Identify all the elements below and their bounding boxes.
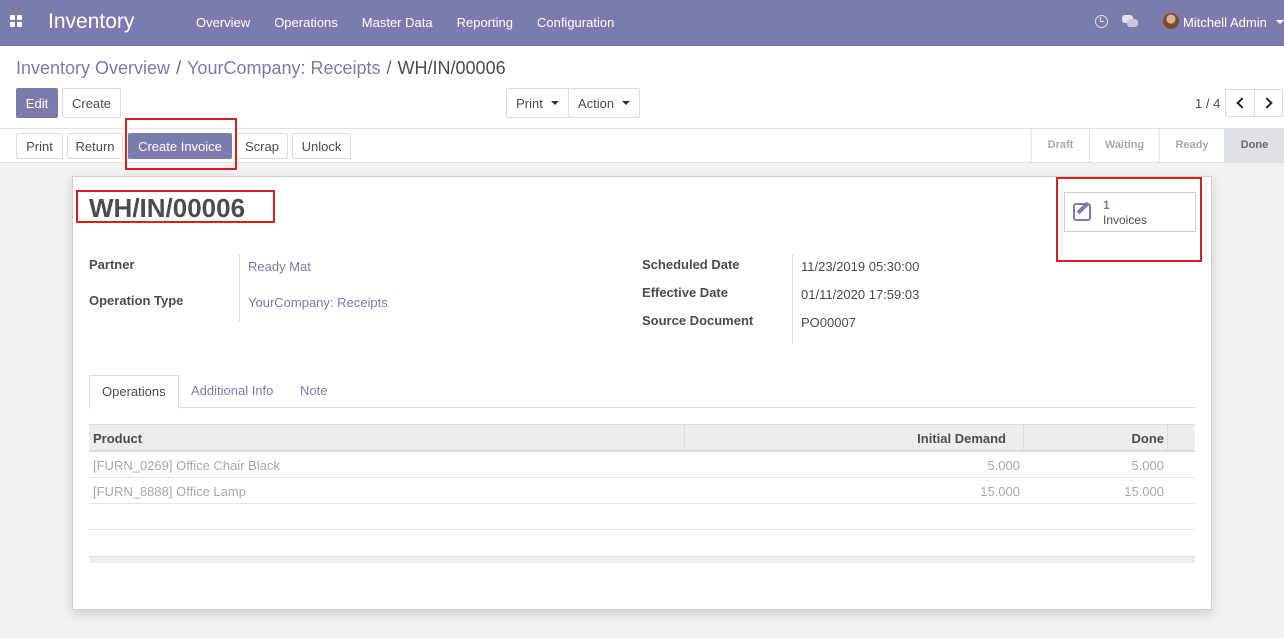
table-row[interactable]: [FURN_0269] Office Chair Black 5.000 5.0… [89,452,1195,478]
effective-date-label: Effective Date [642,285,728,300]
effective-date-field[interactable]: 01/11/2020 17:59:03 [801,287,919,302]
edit-button[interactable]: Edit [16,88,58,118]
app-brand[interactable]: Inventory [48,10,134,34]
product-cell: [FURN_8888] Office Lamp [93,484,246,499]
menu-item-master-data[interactable]: Master Data [362,15,433,30]
breadcrumb-separator: / [386,58,392,78]
product-cell: [FURN_0269] Office Chair Black [93,458,280,473]
source-document-field[interactable]: PO00007 [801,315,856,330]
create-invoice-button[interactable]: Create Invoice [128,133,232,159]
chevron-down-icon[interactable] [1276,20,1284,24]
print-dropdown-label: Print [516,95,543,111]
breadcrumb: Inventory Overview / YourCompany: Receipts… [16,58,506,79]
pager-value[interactable]: 1 / 4 [1195,96,1220,111]
header-print-button[interactable]: Print [16,133,63,159]
stage-done[interactable]: Done [1224,129,1284,162]
scheduled-date-label: Scheduled Date [642,257,740,272]
menu-item-overview[interactable]: Overview [196,15,250,30]
clock-icon[interactable] [1095,15,1108,28]
field-separator [792,254,793,343]
avatar[interactable] [1163,13,1179,29]
column-divider [1167,425,1168,451]
pager-previous-button[interactable] [1225,89,1255,117]
pager-next-button[interactable] [1254,89,1283,117]
breadcrumb-current: WH/IN/00006 [397,58,506,78]
table-header: Product Initial Demand Done [89,424,1195,452]
tab-additional-info[interactable]: Additional Info [191,375,273,408]
stage-draft[interactable]: Draft [1032,129,1089,162]
chevron-right-icon [1261,97,1273,109]
tab-note[interactable]: Note [300,375,327,408]
source-document-label: Source Document [642,313,754,328]
breadcrumb-receipts[interactable]: YourCompany: Receipts [187,58,380,78]
edit-icon [1073,203,1091,221]
chevron-left-icon [1235,97,1248,109]
initial-demand-cell: 15.000 [980,484,1020,499]
stage-pipeline: Draft Waiting Ready Done [1031,129,1284,162]
action-dropdown-label: Action [577,95,615,111]
table-row[interactable]: [FURN_8888] Office Lamp 15.000 15.000 [89,478,1195,504]
print-dropdown[interactable]: Print [506,88,569,118]
column-initial-demand[interactable]: Initial Demand [917,431,1006,446]
empty-row [89,504,1195,530]
record-title: WH/IN/00006 [89,193,246,223]
unlock-button[interactable]: Unlock [292,133,351,159]
done-cell: 5.000 [1131,458,1164,473]
apps-icon[interactable] [10,15,24,29]
breadcrumb-inventory-overview[interactable]: Inventory Overview [16,58,170,78]
top-navbar: Inventory Overview Operations Master Dat… [0,0,1284,46]
operation-type-field[interactable]: YourCompany: Receipts [248,295,388,310]
caret-down-icon [550,101,559,105]
invoices-count: 1 [1103,198,1110,212]
table-footer [89,556,1195,563]
operation-type-label: Operation Type [89,293,184,308]
main-menu: Overview Operations Master Data Reportin… [184,15,626,30]
menu-item-operations[interactable]: Operations [274,15,338,30]
invoices-smart-button[interactable]: 1 Invoices [1064,192,1196,232]
tab-operations[interactable]: Operations [89,375,179,409]
scheduled-date-field[interactable]: 11/23/2019 05:30:00 [801,259,919,274]
done-cell: 15.000 [1124,484,1164,499]
stage-waiting[interactable]: Waiting [1089,129,1159,162]
column-divider [684,425,685,451]
caret-down-icon [622,101,631,105]
menu-item-configuration[interactable]: Configuration [537,15,614,30]
column-done[interactable]: Done [1132,431,1165,446]
breadcrumb-separator: / [176,58,182,78]
action-dropdown[interactable]: Action [568,88,640,118]
partner-label: Partner [89,257,135,272]
column-product[interactable]: Product [93,431,142,446]
invoices-label: Invoices [1103,213,1148,227]
field-separator [239,254,240,322]
scrap-button[interactable]: Scrap [236,133,288,159]
menu-item-reporting[interactable]: Reporting [457,15,513,30]
initial-demand-cell: 5.000 [987,458,1020,473]
user-menu-name[interactable]: Mitchell Admin [1183,15,1267,30]
notebook-tabs: Operations Additional Info Note [89,375,1195,409]
partner-field[interactable]: Ready Mat [248,259,311,274]
return-button[interactable]: Return [67,133,123,159]
create-button[interactable]: Create [62,88,121,118]
chat-icon[interactable] [1122,15,1138,27]
stage-ready[interactable]: Ready [1159,129,1224,162]
column-divider [1023,425,1024,451]
